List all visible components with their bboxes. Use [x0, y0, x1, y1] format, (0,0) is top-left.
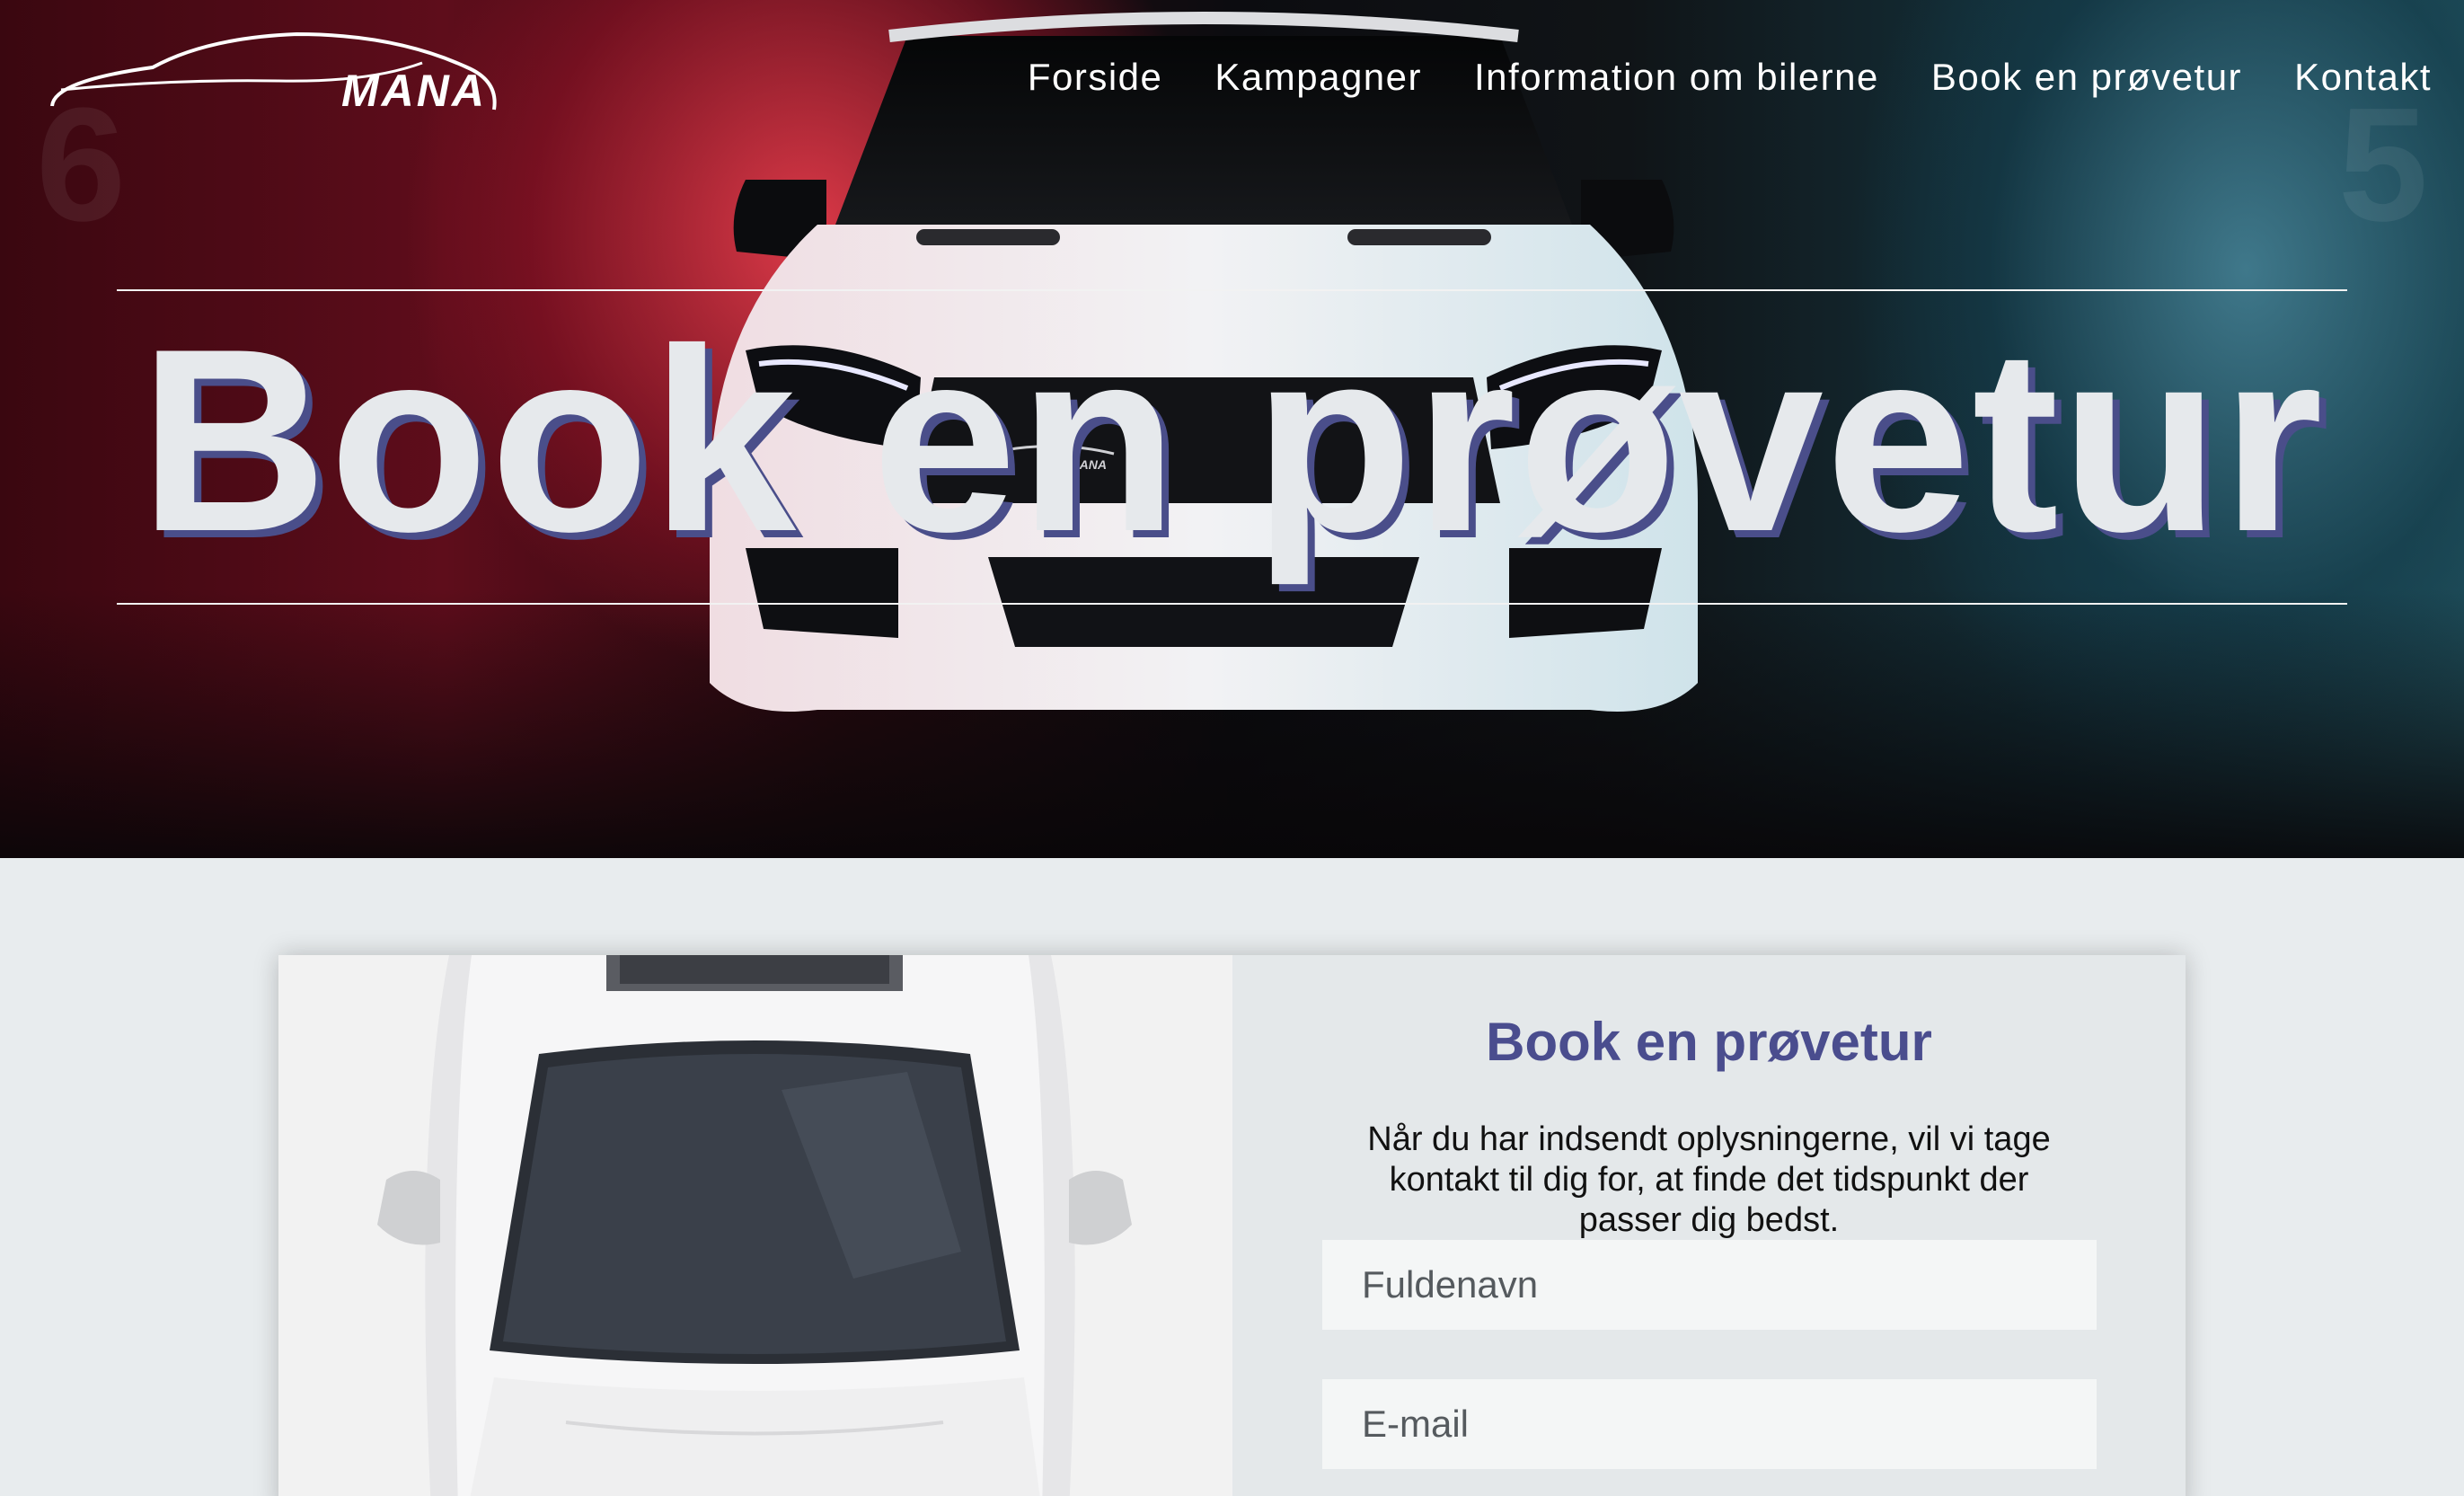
hero-divider-bottom	[117, 603, 2347, 605]
form-description: Når du har indsendt oplysningerne, vil v…	[1367, 1120, 2051, 1239]
hero-divider-top	[117, 289, 2347, 291]
brand-logo[interactable]: MANA	[45, 27, 503, 117]
booking-card: Book en prøvetur Når du har indsendt opl…	[278, 955, 2186, 1496]
nav-kontakt[interactable]: Kontakt	[2294, 56, 2432, 99]
form-title: Book en prøvetur	[1486, 1012, 1932, 1072]
booking-form: Book en prøvetur Når du har indsendt opl…	[1232, 955, 2186, 1496]
email-field[interactable]	[1322, 1379, 2097, 1469]
brand-name: MANA	[341, 66, 487, 116]
hero-banner: 6 5 MANA MANA Forside Kampagner Informat…	[0, 0, 2464, 858]
background-number-right: 5	[2337, 75, 2428, 255]
nav-kampagner[interactable]: Kampagner	[1214, 56, 1422, 99]
main-nav: Forside Kampagner Information om bilerne…	[1028, 56, 2432, 99]
car-top-image	[278, 955, 1232, 1496]
nav-information[interactable]: Information om bilerne	[1474, 56, 1879, 99]
fullname-field[interactable]	[1322, 1240, 2097, 1330]
nav-forside[interactable]: Forside	[1028, 56, 1163, 99]
nav-book-proevetur[interactable]: Book en prøvetur	[1931, 56, 2242, 99]
hero-title: Book en prøvetur	[139, 295, 2325, 586]
